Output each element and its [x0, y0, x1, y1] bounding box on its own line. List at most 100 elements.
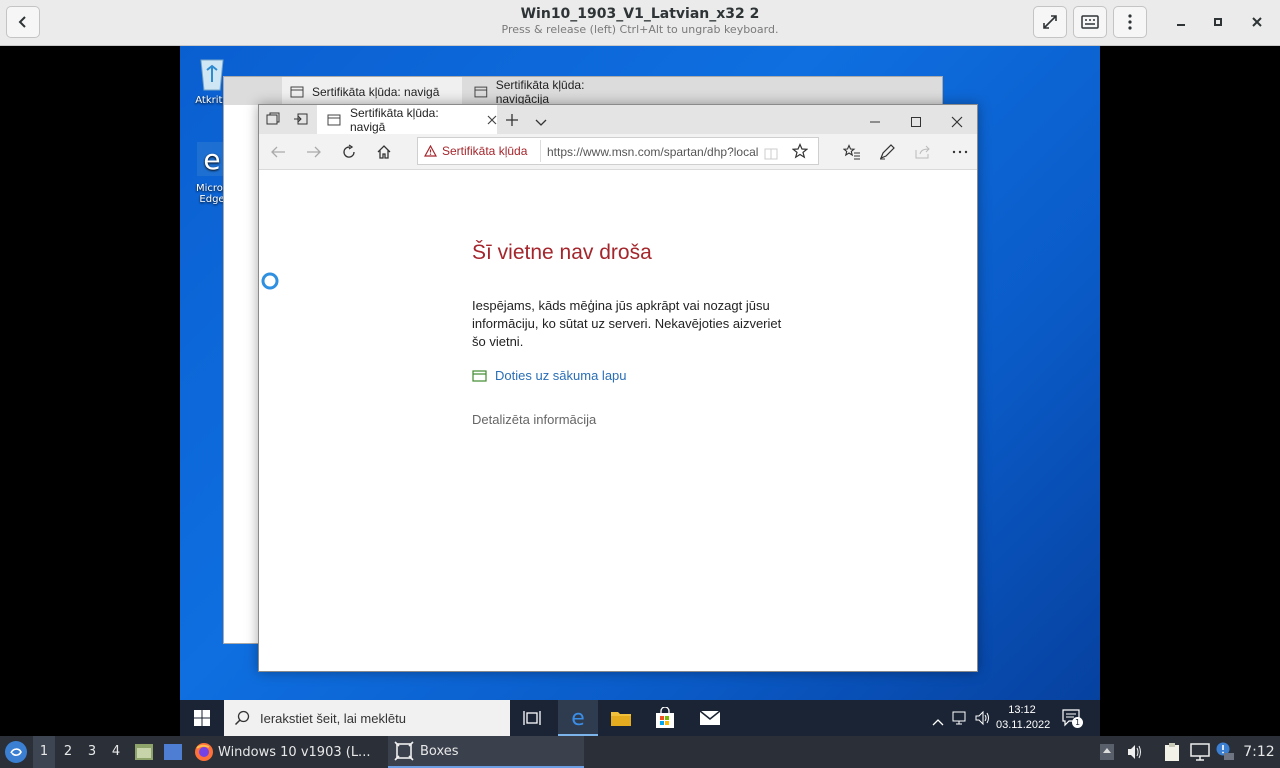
tray-notification[interactable] [1215, 741, 1235, 765]
menu-button[interactable] [1113, 6, 1147, 38]
taskbar-file-explorer[interactable] [601, 700, 641, 736]
window-minimize-button[interactable] [869, 113, 881, 132]
error-title: Šī vietne nav droša [472, 241, 652, 264]
boxes-icon [394, 741, 414, 761]
notification-count-badge: 1 [1072, 717, 1083, 728]
tab-active[interactable]: Sertifikāta kļūda: navigā [317, 105, 497, 134]
show-hidden-icons-button[interactable] [932, 712, 944, 731]
task-view-button[interactable] [512, 700, 552, 736]
favorite-button[interactable] [791, 143, 809, 163]
edge-navbar: Sertifikāta kļūda https://www.msn.com/sp… [259, 134, 977, 170]
tray-network[interactable] [1190, 743, 1210, 765]
file-manager-launcher[interactable] [134, 743, 154, 765]
workspace-2[interactable]: 2 [57, 736, 79, 768]
expand-icon [1043, 15, 1057, 29]
taskbar-store[interactable] [645, 700, 685, 736]
windows-logo-icon [194, 710, 210, 726]
edge-back-tabbar: Sertifikāta kļūda: navigā Sertifikāta kļ… [224, 77, 942, 106]
speaker-icon [1128, 745, 1141, 759]
clock-time: 13:12 [1008, 704, 1036, 716]
share-button[interactable] [910, 140, 936, 164]
star-icon [791, 143, 809, 159]
action-center-button[interactable]: 1 [1062, 709, 1083, 731]
start-button[interactable] [182, 700, 222, 736]
url-field[interactable]: https://www.msn.com/spartan/dhp?local [547, 145, 758, 159]
close-icon [1252, 17, 1262, 27]
speaker-icon [975, 710, 989, 726]
refresh-icon [343, 144, 355, 158]
tab-preview-button[interactable] [265, 111, 281, 131]
tray-clipboard[interactable] [1163, 742, 1181, 766]
close-icon[interactable] [487, 115, 497, 125]
tray-volume[interactable] [1126, 744, 1144, 764]
forward-button[interactable] [301, 140, 327, 164]
go-to-start-page-link[interactable]: Doties uz sākuma lapu [472, 368, 627, 383]
minimize-button[interactable] [1173, 14, 1189, 30]
boxes-header-bar: Win10_1903_V1_Latvian_x32 2 Press & rele… [0, 0, 1280, 46]
task-label: Windows 10 v1903 (L... [218, 744, 371, 760]
edge-tabbar: Sertifikāta kļūda: navigā [259, 105, 977, 134]
reading-view-button[interactable] [764, 145, 778, 164]
show-desktop-button[interactable] [163, 743, 183, 765]
taskbar-edge[interactable]: e [558, 700, 598, 736]
cert-error-indicator[interactable]: Sertifikāta kļūda [424, 144, 527, 158]
warning-icon [424, 145, 437, 157]
window-icon [472, 369, 487, 382]
more-button[interactable] [947, 140, 973, 164]
back-tab-1[interactable]: Sertifikāta kļūda: navigā [282, 77, 462, 106]
new-tab-button[interactable] [505, 112, 519, 131]
workspace-3[interactable]: 3 [81, 736, 103, 768]
taskbar-mail[interactable] [690, 700, 730, 736]
window-maximize-button[interactable] [910, 113, 922, 132]
window-close-button[interactable] [951, 113, 963, 132]
address-bar[interactable]: Sertifikāta kļūda https://www.msn.com/sp… [417, 137, 819, 165]
tab-list-button[interactable] [535, 113, 547, 132]
home-link-label: Doties uz sākuma lapu [495, 368, 627, 383]
tab-label: Sertifikāta kļūda: navigā [349, 105, 439, 134]
task-boxes-window[interactable]: Boxes [388, 736, 584, 768]
page-icon [474, 86, 488, 97]
chevron-up-icon [932, 719, 944, 726]
cert-error-label: Sertifikāta kļūda [442, 144, 528, 158]
error-description: Iespējams, kāds mēģina jūs apkrāpt vai n… [472, 298, 782, 349]
maximize-button[interactable] [1210, 14, 1226, 30]
clock[interactable]: 13:12 03.11.2022 [996, 703, 1050, 733]
taskbar-search-box[interactable]: Ierakstiet šeit, lai meklētu [224, 700, 510, 736]
app-launcher-button[interactable] [4, 740, 28, 768]
divider [540, 140, 541, 162]
web-note-button[interactable] [874, 140, 900, 164]
close-button[interactable] [1249, 14, 1265, 30]
maximize-icon [911, 117, 921, 127]
details-link[interactable]: Detalizēta informācija [472, 412, 596, 427]
tray-up-arrow[interactable] [1099, 743, 1115, 765]
svg-text:e: e [571, 706, 585, 728]
back-tab-2[interactable]: Sertifikāta kļūda: navigācija [468, 77, 638, 106]
page-icon [290, 86, 304, 97]
clipboard-icon [1165, 743, 1179, 761]
network-icon [1190, 743, 1210, 761]
edge-icon: e [571, 706, 585, 728]
keyboard-button[interactable] [1073, 6, 1107, 38]
refresh-button[interactable] [336, 140, 362, 164]
search-placeholder: Ierakstiet šeit, lai meklētu [260, 710, 406, 726]
home-button[interactable] [371, 140, 397, 164]
host-clock[interactable]: 7:12 [1240, 736, 1278, 768]
workspace-4[interactable]: 4 [105, 736, 127, 768]
set-aside-tabs-button[interactable] [293, 111, 309, 131]
plus-icon [506, 114, 518, 126]
volume-control[interactable] [974, 710, 990, 730]
folder-icon [611, 712, 631, 726]
task-firefox-window[interactable]: Windows 10 v1903 (L... [192, 736, 382, 768]
vm-display[interactable]: Atkritn e Micros Edge Sertifikāta kļūda:… [180, 46, 1100, 736]
network-status[interactable] [952, 710, 968, 730]
mail-icon [699, 710, 721, 725]
network-icon [952, 711, 966, 725]
fullscreen-button[interactable] [1033, 6, 1067, 38]
desktop-icon [164, 744, 182, 760]
share-icon [915, 145, 930, 159]
workspace-1[interactable]: 1 [33, 736, 55, 768]
tab-label: Sertifikāta kļūda: navigā [312, 84, 440, 99]
back-button[interactable] [265, 140, 291, 164]
edge-window[interactable]: Sertifikāta kļūda: navigā Sertifikāta kļ… [258, 104, 978, 672]
favorites-hub-button[interactable] [839, 140, 865, 164]
